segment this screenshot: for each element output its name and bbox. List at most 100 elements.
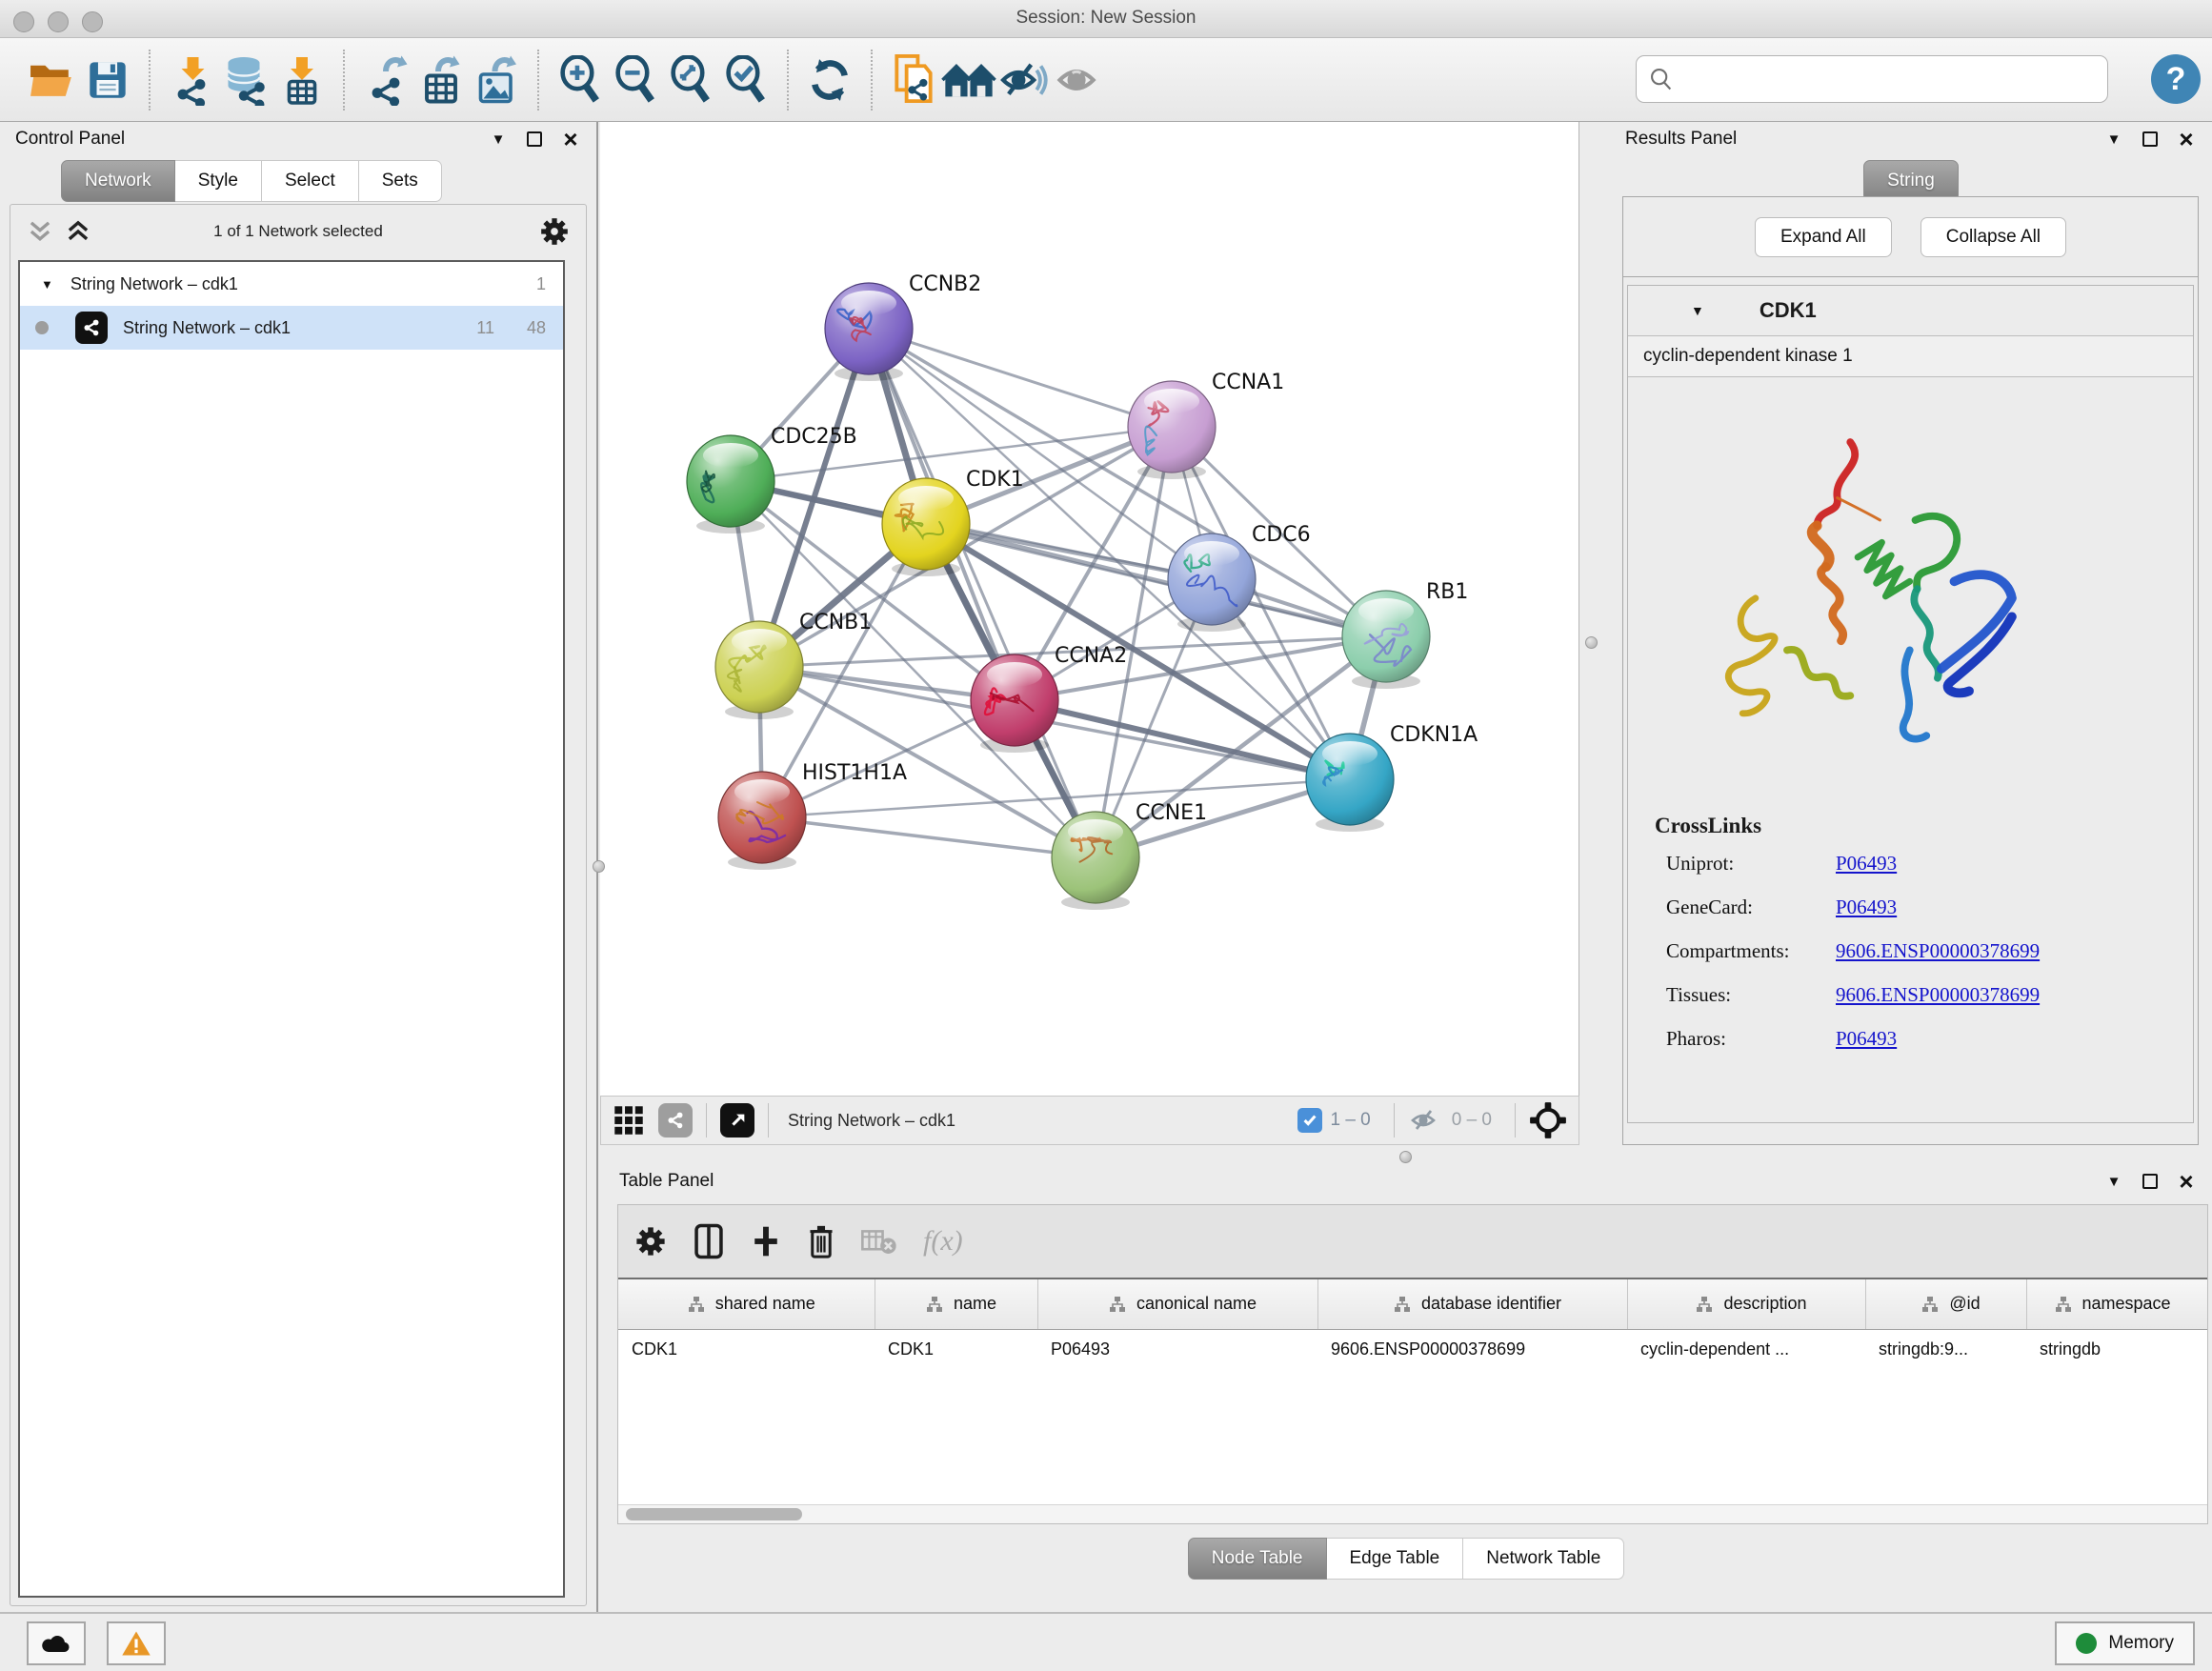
tab-node-table[interactable]: Node Table [1188, 1538, 1327, 1580]
network-view-mode-icon[interactable] [658, 1103, 693, 1137]
network-edge-CCNB2-RB1[interactable] [869, 329, 1386, 636]
left-splitter-knob[interactable] [593, 860, 605, 873]
protein-section-header[interactable]: ▼ CDK1 [1628, 286, 2193, 335]
column-header-namespace[interactable]: namespace [2026, 1279, 2208, 1329]
grid-mode-icon[interactable] [613, 1104, 645, 1137]
zoom-fit-button[interactable] [663, 50, 718, 110]
network-node-CDKN1A[interactable]: CDKN1A [1306, 723, 1478, 832]
column-type-icon [687, 1295, 706, 1314]
add-column-icon[interactable] [750, 1222, 782, 1260]
expand-all-button[interactable]: Expand All [1755, 217, 1892, 257]
show-columns-icon[interactable] [693, 1222, 725, 1260]
network-view-canvas[interactable]: CCNB2CCNA1CDC25BCDK1CDC6RB1CCNB1CCNA2CDK… [600, 122, 1579, 1096]
tree-expander-icon[interactable]: ▼ [41, 277, 53, 292]
maximize-panel-icon[interactable] [527, 131, 542, 147]
network-edge-CCNA2-CDKN1A[interactable] [1015, 700, 1350, 779]
column-header-name[interactable]: name [875, 1279, 1037, 1329]
float-panel-icon[interactable]: ▼ [488, 129, 509, 150]
section-expander-icon[interactable]: ▼ [1691, 303, 1704, 318]
network-row-label: String Network – cdk1 [123, 318, 291, 338]
control-panel: Control Panel ▼ × Network Style Select S… [0, 122, 598, 1612]
tab-edge-table[interactable]: Edge Table [1327, 1538, 1464, 1580]
network-node-CCNA1[interactable]: CCNA1 [1128, 371, 1284, 479]
crosslink-link[interactable]: 9606.ENSP00000378699 [1836, 939, 2040, 963]
tab-network-table[interactable]: Network Table [1463, 1538, 1624, 1580]
first-neighbors-button[interactable] [941, 50, 996, 110]
horizontal-splitter-knob[interactable] [1399, 1151, 1412, 1163]
table-options-gear-icon[interactable] [633, 1224, 668, 1258]
right-splitter-knob[interactable] [1585, 636, 1598, 649]
crosslink-link[interactable]: 9606.ENSP00000378699 [1836, 983, 2040, 1007]
network-node-RB1[interactable]: RB1 [1342, 580, 1468, 689]
selected-items-checkbox[interactable] [1297, 1108, 1322, 1133]
show-all-button[interactable] [1052, 50, 1107, 110]
search-input[interactable] [1675, 70, 2084, 90]
float-panel-icon[interactable]: ▼ [2103, 1171, 2124, 1192]
cell-description[interactable]: cyclin-dependent ... [1627, 1329, 1865, 1369]
help-button[interactable]: ? [2151, 54, 2201, 104]
import-network-file-button[interactable] [164, 50, 219, 110]
close-panel-icon[interactable]: × [2176, 129, 2197, 150]
maximize-panel-icon[interactable] [2142, 131, 2158, 147]
import-table-file-button[interactable] [274, 50, 330, 110]
export-network-button[interactable] [358, 50, 413, 110]
network-edge-HIST1H1A-CCNE1[interactable] [762, 817, 1096, 857]
column-header-description[interactable]: description [1627, 1279, 1865, 1329]
delete-column-icon[interactable] [807, 1222, 835, 1260]
export-table-button[interactable] [413, 50, 469, 110]
column-header-database-identifier[interactable]: database identifier [1317, 1279, 1627, 1329]
cell-id[interactable]: stringdb:9... [1865, 1329, 2026, 1369]
network-node-CDC25B[interactable]: CDC25B [687, 425, 857, 534]
column-header-shared-name[interactable]: shared name [618, 1279, 875, 1329]
column-header-id[interactable]: @id [1865, 1279, 2026, 1329]
network-node-CCNA2[interactable]: CCNA2 [971, 644, 1127, 753]
close-panel-icon[interactable]: × [560, 129, 581, 150]
table-row[interactable]: CDK1 CDK1 P06493 9606.ENSP00000378699 cy… [618, 1329, 2208, 1369]
network-row-selected[interactable]: String Network – cdk1 11 48 [20, 306, 563, 350]
crosslink-link[interactable]: P06493 [1836, 1027, 1897, 1051]
save-session-button[interactable] [80, 50, 135, 110]
cloud-status-button[interactable] [27, 1621, 86, 1665]
scrollbar-thumb[interactable] [626, 1508, 802, 1520]
network-node-HIST1H1A[interactable]: HIST1H1A [718, 761, 907, 870]
duplicate-network-button[interactable] [886, 50, 941, 110]
zoom-out-button[interactable] [608, 50, 663, 110]
tab-network[interactable]: Network [61, 160, 175, 202]
apply-layout-button[interactable] [802, 50, 857, 110]
network-node-CDK1[interactable]: CDK1 [882, 468, 1024, 576]
export-image-button[interactable] [469, 50, 524, 110]
network-edge-CCNB2-CCNA1[interactable] [869, 329, 1172, 427]
zoom-in-button[interactable] [553, 50, 608, 110]
zoom-fit-icon [667, 55, 714, 105]
warnings-button[interactable] [107, 1621, 166, 1665]
open-session-button[interactable] [25, 50, 80, 110]
network-node-label: CDK1 [966, 468, 1024, 492]
maximize-panel-icon[interactable] [2142, 1174, 2158, 1189]
cell-canonical-name[interactable]: P06493 [1037, 1329, 1317, 1369]
close-panel-icon[interactable]: × [2176, 1171, 2197, 1192]
cell-shared-name[interactable]: CDK1 [618, 1329, 875, 1369]
cell-name[interactable]: CDK1 [875, 1329, 1037, 1369]
network-collection-row[interactable]: ▼ String Network – cdk1 1 [20, 262, 563, 306]
memory-button[interactable]: Memory [2055, 1621, 2195, 1665]
tab-select[interactable]: Select [262, 160, 359, 202]
birds-eye-view-icon[interactable] [720, 1103, 754, 1137]
table-horizontal-scrollbar[interactable] [618, 1504, 2207, 1523]
collapse-all-button[interactable]: Collapse All [1920, 217, 2066, 257]
cell-database-identifier[interactable]: 9606.ENSP00000378699 [1317, 1329, 1627, 1369]
cell-namespace[interactable]: stringdb [2026, 1329, 2208, 1369]
network-node-CCNE1[interactable]: CCNE1 [1052, 801, 1207, 910]
protein-section: ▼ CDK1 cyclin-dependent kinase 1 CrossLi… [1627, 285, 2194, 1123]
tab-sets[interactable]: Sets [359, 160, 442, 202]
float-panel-icon[interactable]: ▼ [2103, 129, 2124, 150]
hide-selected-button[interactable] [996, 50, 1052, 110]
crosslink-link[interactable]: P06493 [1836, 896, 1897, 919]
crosslink-link[interactable]: P06493 [1836, 852, 1897, 876]
tab-style[interactable]: Style [175, 160, 262, 202]
column-header-canonical-name[interactable]: canonical name [1037, 1279, 1317, 1329]
pan-crosshair-icon[interactable] [1529, 1101, 1567, 1139]
network-node-CCNB2[interactable]: CCNB2 [825, 272, 981, 381]
zoom-selected-button[interactable] [718, 50, 774, 110]
import-network-database-button[interactable] [219, 50, 274, 110]
control-panel-header: Control Panel ▼ × [0, 122, 596, 156]
